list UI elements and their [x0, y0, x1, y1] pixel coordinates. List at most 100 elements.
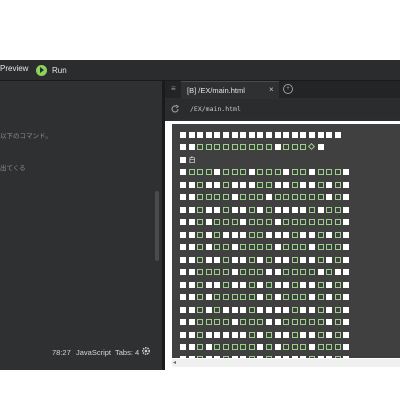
maze-cell [326, 356, 333, 358]
maze-cell [205, 194, 212, 201]
maze-cell [309, 256, 315, 263]
maze-cell [317, 269, 324, 276]
close-icon[interactable]: × [269, 85, 274, 94]
horizontal-scrollbar[interactable]: ◂ [172, 359, 400, 367]
app-window: Preview Run 以下のコマンド。 出てくる 78:27 JavaScri… [0, 60, 400, 370]
maze-cell [300, 256, 307, 263]
maze-cell [240, 194, 247, 201]
maze-cell [266, 206, 272, 213]
gear-icon[interactable] [141, 346, 151, 356]
maze-cell [248, 206, 255, 213]
maze-cell [291, 294, 298, 301]
maze-cell [334, 269, 341, 276]
maze-cell [309, 294, 315, 301]
maze-cell [309, 231, 315, 238]
maze-cell [291, 144, 298, 151]
maze-cell [283, 319, 290, 326]
url-input[interactable]: /EX/main.html [190, 105, 241, 113]
new-tab-icon[interactable]: + [283, 84, 293, 94]
maze-cell [240, 231, 247, 238]
preview-viewport: 白 ◂ [165, 121, 400, 370]
maze-cell [214, 144, 221, 151]
maze-cell [300, 206, 307, 213]
maze-cell [274, 294, 281, 301]
maze-cell [188, 244, 195, 251]
maze-cell [309, 269, 315, 276]
tab-size[interactable]: Tabs: 4 [115, 348, 139, 357]
maze-cell [214, 319, 221, 326]
maze-cell [300, 343, 307, 350]
maze-cell [309, 331, 315, 338]
maze-cell [343, 294, 350, 301]
maze-cell [326, 181, 333, 188]
menu-icon[interactable]: ≡ [171, 84, 176, 93]
maze-cell [317, 144, 324, 151]
maze-cell [334, 181, 341, 188]
maze-cell [266, 144, 272, 151]
maze-cell [205, 294, 212, 301]
maze-cell [274, 132, 281, 138]
maze-cell [283, 356, 290, 358]
maze-cell [197, 319, 204, 326]
maze-cell [326, 281, 333, 288]
maze-cell [283, 244, 290, 251]
maze-cell [283, 194, 290, 201]
maze-cell [214, 356, 221, 358]
maze-cell [291, 319, 298, 326]
maze-cell [231, 169, 238, 176]
maze-cell [214, 343, 221, 350]
code-editor[interactable]: 以下のコマンド。 出てくる 78:27 JavaScript Tabs: 4 [0, 81, 162, 370]
maze-cell [317, 206, 324, 213]
maze-cell [266, 219, 272, 226]
language-mode[interactable]: JavaScript [76, 348, 111, 357]
reload-icon[interactable] [170, 104, 180, 114]
maze-cell [197, 206, 204, 213]
maze-cell [266, 281, 272, 288]
maze-cell [205, 219, 212, 226]
maze-cell [283, 219, 290, 226]
maze-cell [188, 256, 195, 263]
maze-cell [317, 219, 324, 226]
maze-cell [343, 281, 350, 288]
maze-char: 白 [188, 155, 196, 164]
tab-main-html[interactable]: [B] /EX/main.html × [181, 81, 279, 99]
maze-cell [257, 331, 264, 338]
maze-cell [291, 244, 298, 251]
maze-cell [188, 231, 195, 238]
maze-cell [223, 319, 229, 326]
maze-cell [180, 244, 186, 251]
maze-cell [291, 331, 298, 338]
maze-cell [188, 181, 195, 188]
maze-cell [180, 256, 186, 263]
maze-cell [180, 343, 186, 350]
maze-cell [223, 343, 229, 350]
code-line: 以下のコマンド。 [0, 132, 52, 140]
run-button[interactable]: Run [36, 62, 67, 78]
maze-cell [240, 306, 247, 313]
maze-cell [266, 343, 272, 350]
maze-cell [180, 144, 186, 151]
maze-cell [223, 132, 229, 138]
maze-cell [300, 219, 307, 226]
maze-cell [317, 294, 324, 301]
maze-cell [291, 356, 298, 358]
tab-title: [B] /EX/main.html [187, 86, 245, 95]
maze-cell [231, 281, 238, 288]
maze-cell [283, 169, 290, 176]
maze-cell [248, 132, 255, 138]
maze-cell [283, 281, 290, 288]
maze-cell [334, 356, 341, 358]
maze-cell [334, 219, 341, 226]
maze-cell [223, 269, 229, 276]
maze-cell [283, 181, 290, 188]
editor-scrollbar[interactable] [155, 191, 159, 261]
maze-cell [248, 194, 255, 201]
maze-cell [283, 306, 290, 313]
preview-button[interactable]: Preview [0, 64, 28, 73]
maze-cell [180, 281, 186, 288]
maze-cell [223, 244, 229, 251]
maze-cell [223, 306, 229, 313]
maze-cell [180, 194, 186, 201]
maze-cell [300, 331, 307, 338]
maze-cell [197, 331, 204, 338]
